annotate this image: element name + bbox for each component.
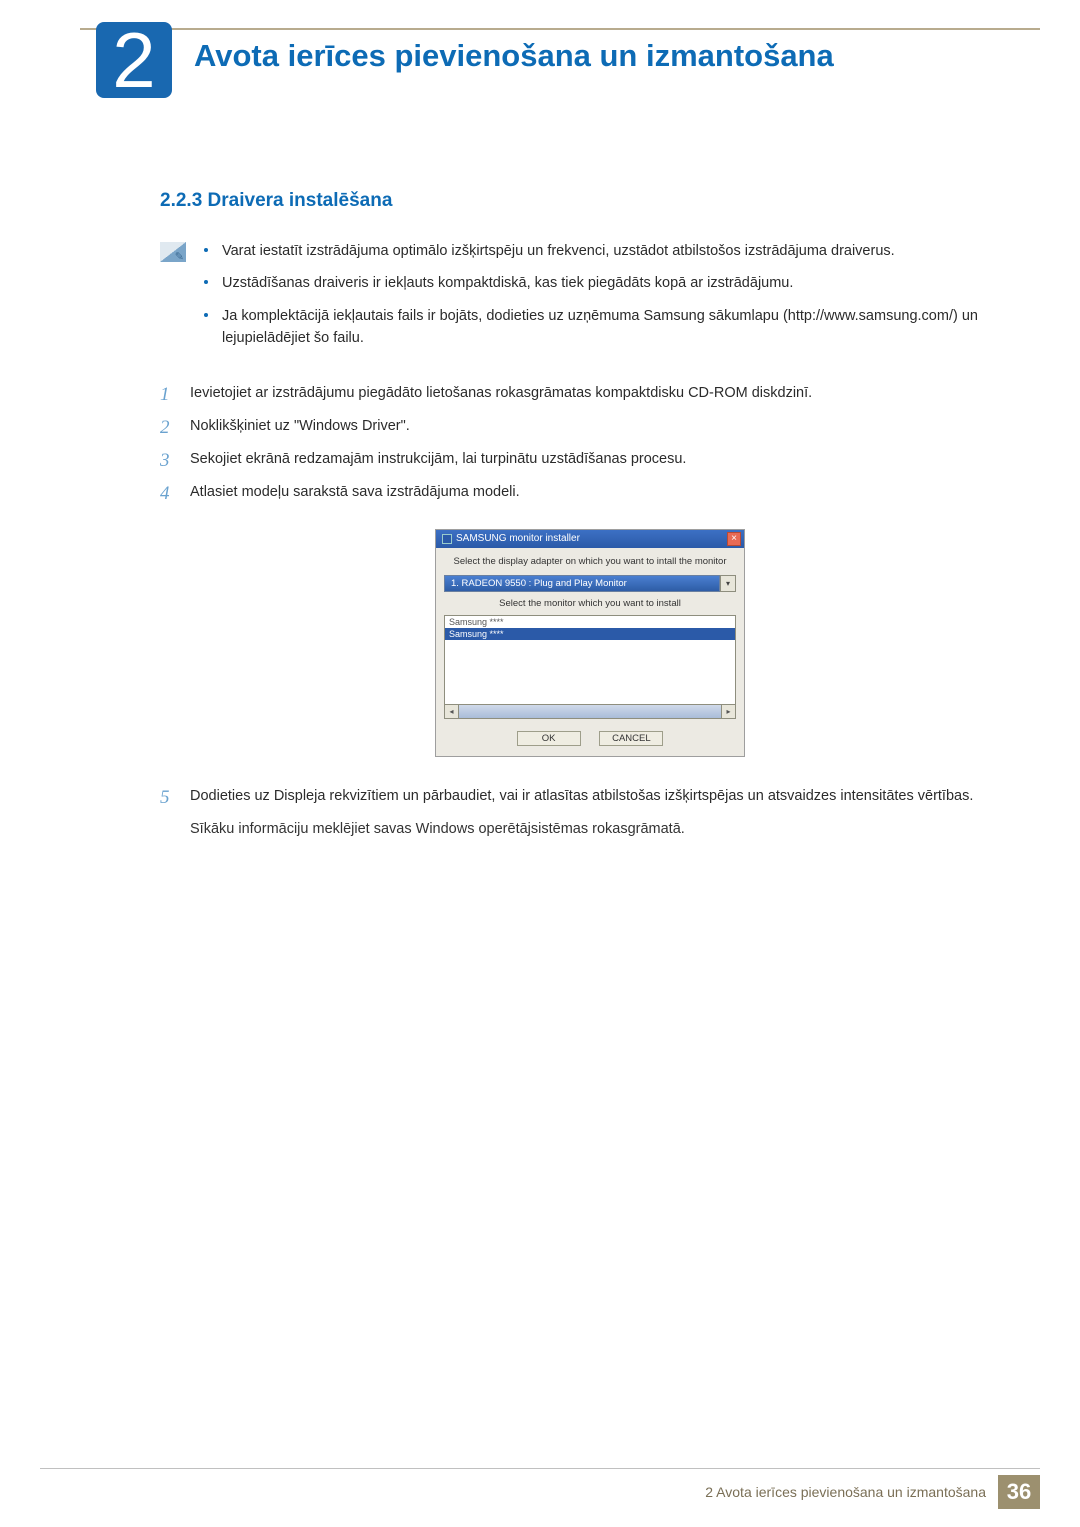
step-item: 5Dodieties uz Displeja rekvizītiem un pā… — [160, 785, 1020, 808]
cancel-button[interactable]: CANCEL — [599, 731, 663, 746]
step-item: 3Sekojiet ekrānā redzamajām instrukcijām… — [160, 448, 1020, 471]
step-item: 1Ievietojiet ar izstrādājumu piegādāto l… — [160, 382, 1020, 405]
footer-divider — [40, 1468, 1040, 1469]
installer-label2: Select the monitor which you want to ins… — [444, 598, 736, 609]
chapter-badge: 2 — [96, 22, 172, 98]
scroll-right-icon[interactable]: ▸ — [721, 705, 735, 718]
step-item: 4Atlasiet modeļu sarakstā sava izstrādāj… — [160, 481, 1020, 504]
app-icon — [442, 534, 452, 544]
footer: 2 Avota ierīces pievienošana un izmantoš… — [705, 1475, 1040, 1509]
horizontal-scrollbar[interactable]: ◂ ▸ — [444, 705, 736, 719]
step-text: Sekojiet ekrānā redzamajām instrukcijām,… — [190, 451, 686, 467]
installer-label1: Select the display adapter on which you … — [444, 556, 736, 567]
step-text: Atlasiet modeļu sarakstā sava izstrādāju… — [190, 484, 520, 500]
page-number: 36 — [998, 1475, 1040, 1509]
step-number: 1 — [160, 380, 170, 410]
combo-value: 1. RADEON 9550 : Plug and Play Monitor — [444, 575, 720, 592]
adapter-combo[interactable]: 1. RADEON 9550 : Plug and Play Monitor ▾ — [444, 575, 736, 592]
dialog-buttons: OK CANCEL — [444, 731, 736, 746]
monitor-listbox[interactable]: Samsung **** Samsung **** — [444, 615, 736, 705]
installer-dialog: SAMSUNG monitor installer × Select the d… — [435, 529, 745, 757]
step-text: Ievietojiet ar izstrādājumu piegādāto li… — [190, 385, 812, 401]
installer-titlebar: SAMSUNG monitor installer × — [436, 530, 744, 548]
close-icon[interactable]: × — [727, 532, 741, 546]
section-heading: 2.2.3 Draivera instalēšana — [160, 190, 1020, 212]
chapter-title: Avota ierīces pievienošana un izmantošan… — [194, 38, 834, 74]
note-list: Varat iestatīt izstrādājuma optimālo izš… — [204, 240, 1020, 360]
note-block: Varat iestatīt izstrādājuma optimālo izš… — [160, 240, 1020, 360]
section-number: 2.2.3 — [160, 190, 202, 211]
installer-body: Select the display adapter on which you … — [436, 548, 744, 756]
steps-list: 1 Ievietojiet ar izstrādājumu piegādāto l… — [160, 382, 1020, 505]
note-item: Uzstādīšanas draiveris ir iekļauts kompa… — [204, 272, 1020, 294]
list-item[interactable]: Samsung **** — [445, 616, 735, 628]
step-text: Dodieties uz Displeja rekvizītiem un pār… — [190, 788, 973, 804]
step-number: 3 — [160, 446, 170, 476]
installer-title: SAMSUNG monitor installer — [456, 533, 580, 544]
scroll-left-icon[interactable]: ◂ — [445, 705, 459, 718]
step-number: 5 — [160, 783, 170, 813]
note-icon — [160, 242, 186, 262]
footer-chapter-text: 2 Avota ierīces pievienošana un izmantoš… — [705, 1484, 998, 1500]
step-number: 2 — [160, 413, 170, 443]
step-item: 2Noklikšķiniet uz "Windows Driver". — [160, 415, 1020, 438]
chevron-down-icon[interactable]: ▾ — [720, 575, 736, 592]
top-border — [80, 28, 1040, 30]
section-title: Draivera instalēšana — [208, 190, 393, 211]
ok-button[interactable]: OK — [517, 731, 581, 746]
list-item-selected[interactable]: Samsung **** — [445, 628, 735, 640]
step-number: 4 — [160, 479, 170, 509]
note-item: Varat iestatīt izstrādājuma optimālo izš… — [204, 240, 1020, 262]
steps-list-cont: 5Dodieties uz Displeja rekvizītiem un pā… — [160, 785, 1020, 808]
chapter-number: 2 — [112, 21, 155, 99]
scroll-track[interactable] — [459, 705, 721, 718]
step-text: Noklikšķiniet uz "Windows Driver". — [190, 418, 410, 434]
step-followup: Sīkāku informāciju meklējiet savas Windo… — [160, 818, 1020, 841]
note-item: Ja komplektācijā iekļautais fails ir boj… — [204, 305, 1020, 350]
